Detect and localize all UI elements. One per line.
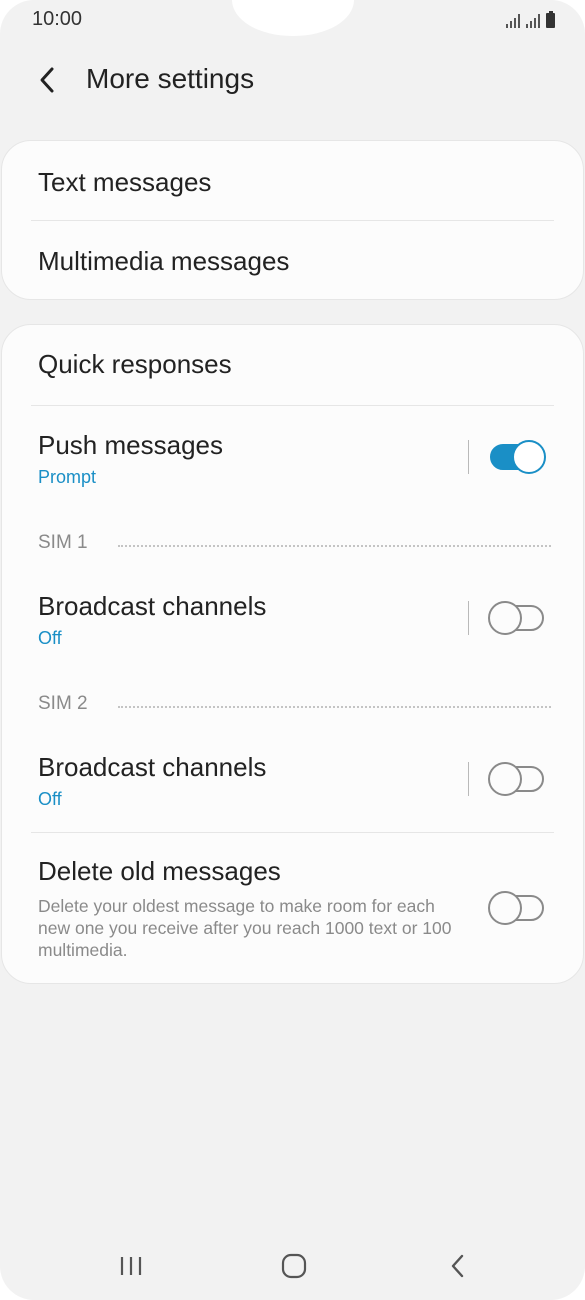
quick-responses-label: Quick responses — [38, 349, 232, 379]
text-messages-item[interactable]: Text messages — [2, 141, 583, 221]
chevron-left-icon — [40, 67, 54, 93]
recent-apps-button[interactable] — [101, 1246, 161, 1286]
more-settings-card: Quick responses Push messages Prompt SIM… — [1, 324, 584, 984]
sim2-section-header: SIM 2 — [2, 689, 583, 719]
push-messages-subtitle: Prompt — [38, 467, 97, 487]
delete-old-messages-toggle[interactable] — [488, 891, 546, 925]
dotted-divider — [118, 706, 551, 708]
sim2-label: SIM 2 — [38, 693, 88, 714]
status-time: 10:00 — [32, 8, 83, 30]
delete-old-messages-description: Delete your oldest message to make room … — [38, 896, 452, 960]
multimedia-messages-item[interactable]: Multimedia messages — [2, 221, 583, 301]
page-title: More settings — [86, 63, 255, 94]
sim2-broadcast-subtitle: Off — [38, 789, 62, 809]
vertical-separator — [468, 762, 469, 796]
delete-old-messages-item[interactable]: Delete old messages Delete your oldest m… — [2, 833, 583, 983]
signal-icon — [506, 14, 520, 28]
text-messages-label: Text messages — [38, 167, 212, 197]
toggle-knob — [488, 601, 522, 635]
sim2-broadcast-toggle[interactable] — [488, 762, 546, 796]
toggle-knob — [488, 762, 522, 796]
toggle-knob — [512, 440, 546, 474]
sim2-broadcast-title: Broadcast channels — [38, 752, 267, 782]
multimedia-messages-label: Multimedia messages — [38, 246, 290, 276]
sim2-broadcast-channels-item[interactable]: Broadcast channels Off — [2, 731, 583, 821]
dotted-divider — [118, 545, 551, 547]
app-header: More settings — [0, 50, 585, 110]
push-messages-toggle[interactable] — [488, 440, 546, 474]
sim1-broadcast-title: Broadcast channels — [38, 591, 267, 621]
home-icon — [281, 1253, 307, 1279]
home-button[interactable] — [264, 1246, 324, 1286]
signal-icon — [526, 14, 540, 28]
vertical-separator — [468, 601, 469, 635]
camera-notch — [232, 0, 354, 36]
delete-old-messages-title: Delete old messages — [38, 856, 281, 886]
status-icons — [506, 10, 555, 28]
recent-apps-icon — [120, 1257, 142, 1275]
push-messages-title: Push messages — [38, 430, 223, 460]
sim1-broadcast-toggle[interactable] — [488, 601, 546, 635]
quick-responses-item[interactable]: Quick responses — [2, 325, 583, 405]
status-bar: 10:00 — [0, 0, 585, 40]
back-button[interactable] — [26, 58, 70, 102]
sim1-broadcast-channels-item[interactable]: Broadcast channels Off — [2, 570, 583, 660]
sim1-broadcast-subtitle: Off — [38, 628, 62, 648]
navigation-bar — [0, 1236, 585, 1296]
back-icon — [451, 1254, 464, 1278]
phone-screen: 10:00 More settings Text messages Multim… — [0, 0, 585, 1300]
sim1-label: SIM 1 — [38, 532, 88, 553]
battery-icon — [546, 11, 555, 28]
vertical-separator — [468, 440, 469, 474]
nav-back-button[interactable] — [428, 1246, 488, 1286]
messages-settings-card: Text messages Multimedia messages — [1, 140, 584, 300]
sim1-section-header: SIM 1 — [2, 528, 583, 558]
push-messages-item[interactable]: Push messages Prompt — [2, 406, 583, 501]
toggle-knob — [488, 891, 522, 925]
